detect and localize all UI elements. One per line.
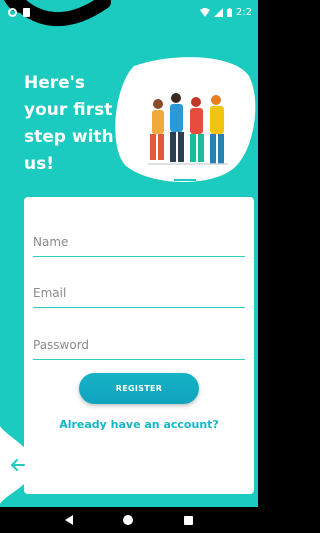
status-bar: 2:2 xyxy=(0,0,258,24)
title-line: us! xyxy=(24,154,54,174)
battery-icon xyxy=(226,7,232,17)
notification-icon xyxy=(8,7,17,17)
page-title: Here's your first step with us! xyxy=(24,70,114,178)
circle-home-icon[interactable] xyxy=(123,515,134,525)
status-time: 2:2 xyxy=(235,6,252,18)
status-right: 2:2 xyxy=(199,6,252,18)
back-button[interactable] xyxy=(0,426,36,504)
login-link[interactable]: Already have an account? xyxy=(24,418,254,431)
title-line: step with xyxy=(24,127,114,147)
friends-illustration xyxy=(115,57,256,185)
system-nav-bar xyxy=(0,507,258,533)
wifi-icon xyxy=(199,7,210,17)
name-field[interactable]: Name xyxy=(33,231,245,257)
status-left xyxy=(8,7,30,17)
register-card: Name Email Password REGISTER Already hav… xyxy=(24,197,254,494)
register-button[interactable]: REGISTER xyxy=(79,373,199,404)
title-line: your first xyxy=(24,100,113,120)
email-field[interactable]: Email xyxy=(33,282,245,308)
signal-icon xyxy=(213,7,223,17)
square-recent-icon[interactable] xyxy=(183,515,193,525)
sim-icon xyxy=(23,7,30,17)
register-screen: 2:2 Here's your first step with us! Name… xyxy=(0,0,258,533)
title-line: Here's xyxy=(24,73,85,93)
password-field[interactable]: Password xyxy=(33,334,245,360)
triangle-back-icon[interactable] xyxy=(65,515,74,525)
